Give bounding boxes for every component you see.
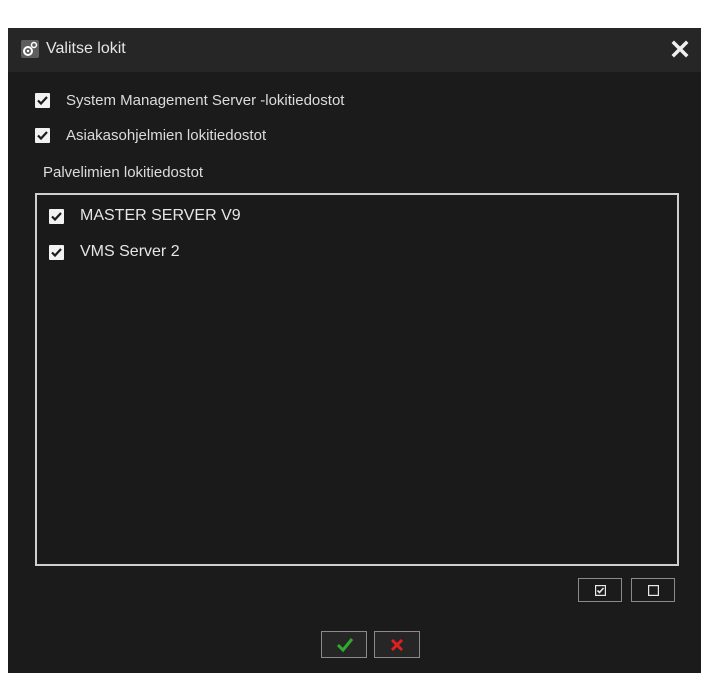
server-checkbox-master[interactable] — [49, 209, 64, 224]
server-label-master: MASTER SERVER V9 — [80, 207, 241, 224]
empty-box-icon — [648, 585, 659, 596]
deselect-all-button[interactable] — [631, 578, 675, 602]
dialog-titlebar[interactable]: Valitse lokit — [8, 28, 701, 72]
log-selection-dialog: Valitse lokit System Management Server -… — [8, 28, 701, 673]
ok-button[interactable] — [321, 631, 367, 658]
cancel-button[interactable] — [374, 631, 420, 658]
checked-box-icon — [595, 585, 606, 596]
server-label-vms2: VMS Server 2 — [80, 243, 180, 260]
gears-icon — [21, 40, 39, 58]
server-checkbox-vms2[interactable] — [49, 245, 64, 260]
client-logs-checkbox[interactable] — [35, 128, 50, 143]
server-list[interactable]: MASTER SERVER V9 VMS Server 2 — [35, 193, 679, 566]
system-management-logs-label: System Management Server -lokitiedostot — [66, 92, 345, 109]
select-all-button[interactable] — [578, 578, 622, 602]
background-window-title — [0, 0, 707, 26]
server-logs-heading: Palvelimien lokitiedostot — [43, 164, 204, 181]
close-icon[interactable] — [671, 40, 689, 58]
x-icon — [390, 638, 404, 652]
system-management-logs-checkbox[interactable] — [35, 93, 50, 108]
client-logs-label: Asiakasohjelmien lokitiedostot — [66, 127, 267, 144]
dialog-title: Valitse lokit — [46, 40, 126, 57]
checkmark-icon — [336, 638, 354, 653]
